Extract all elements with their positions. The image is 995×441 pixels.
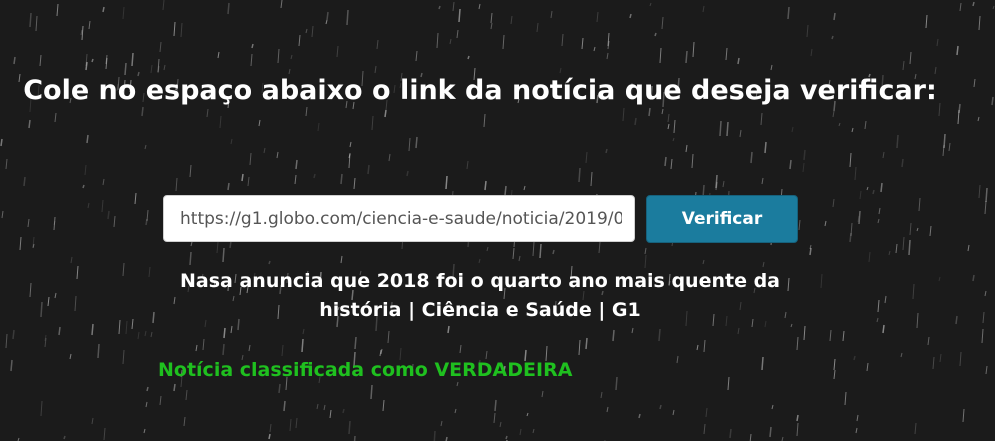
verdict-text: Notícia classificada como VERDADEIRA [158,359,573,381]
verification-page: Cole no espaço abaixo o link da notícia … [0,0,995,441]
news-url-input[interactable] [163,195,635,242]
page-heading: Cole no espaço abaixo o link da notícia … [23,75,937,106]
news-title: Nasa anuncia que 2018 foi o quarto ano m… [180,270,781,321]
verify-button[interactable]: Verificar [646,195,798,243]
